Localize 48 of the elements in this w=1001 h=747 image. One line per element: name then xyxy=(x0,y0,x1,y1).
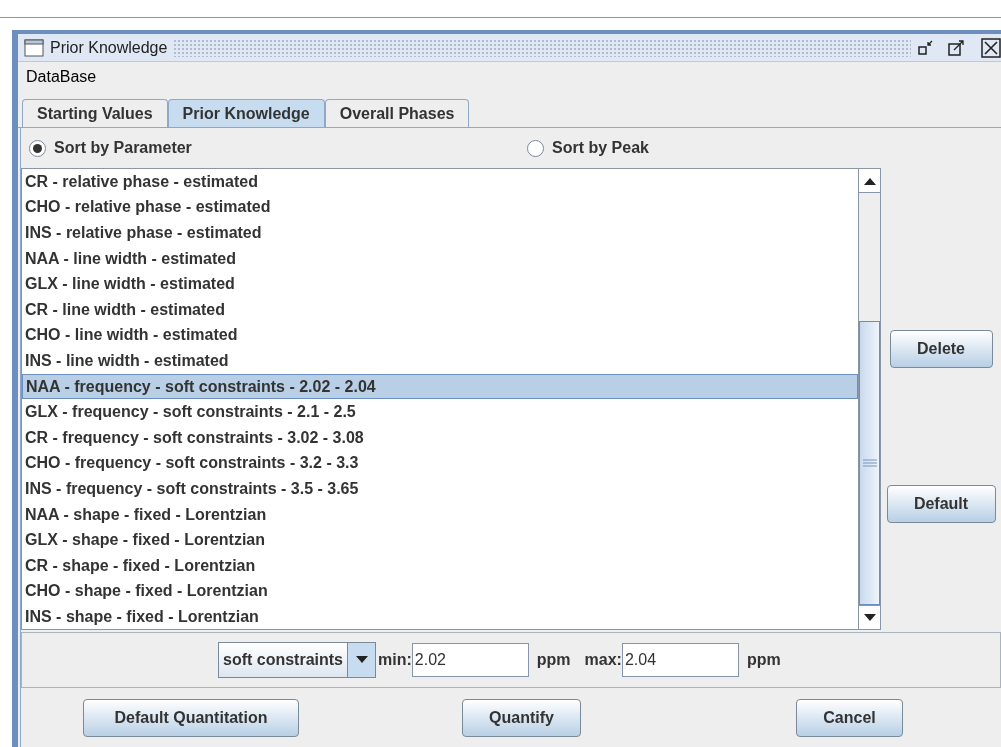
cancel-button[interactable]: Cancel xyxy=(796,698,903,737)
list-item[interactable]: INS - shape - fixed - Lorentzian xyxy=(22,604,858,629)
quantify-button[interactable]: Quantify xyxy=(462,698,581,737)
list-item[interactable]: INS - relative phase - estimated xyxy=(22,220,858,246)
tab[interactable]: Prior Knowledge xyxy=(167,99,325,127)
up-arrow-icon[interactable] xyxy=(863,176,876,185)
radio-label: Sort by Peak xyxy=(552,138,649,158)
min-field[interactable]: 2.02 xyxy=(411,643,529,677)
list-item[interactable]: CHO - line width - estimated xyxy=(22,322,858,349)
list-item[interactable]: CHO - shape - fixed - Lorentzian xyxy=(22,578,858,605)
tab[interactable]: Overall Phases xyxy=(324,99,470,127)
radio-label: Sort by Parameter xyxy=(54,138,192,158)
grip-icon xyxy=(862,459,877,467)
list-item[interactable]: INS - frequency - soft constraints - 3.5 - 3.65 xyxy=(22,476,858,502)
window-icon xyxy=(24,38,44,57)
list-item[interactable]: CR - relative phase - estimated xyxy=(22,169,858,195)
default-quantitation-button[interactable]: Default Quantitation xyxy=(83,698,299,737)
default-button[interactable]: Default xyxy=(886,485,996,523)
minimize-icon[interactable] xyxy=(917,38,935,57)
unit-label: ppm xyxy=(536,650,571,670)
caret-icon xyxy=(355,656,368,664)
list-item[interactable]: NAA - line width - estimated xyxy=(22,245,858,272)
radio-button[interactable] xyxy=(527,139,544,157)
down-arrow-icon[interactable] xyxy=(863,613,876,622)
list-item[interactable]: CR - line width - estimated xyxy=(22,296,858,323)
list-item[interactable]: CHO - relative phase - estimated xyxy=(22,194,858,221)
delete-button[interactable]: Delete xyxy=(889,330,993,368)
list-item[interactable]: CR - shape - fixed - Lorentzian xyxy=(22,552,858,579)
list-item[interactable]: GLX - line width - estimated xyxy=(22,271,858,297)
scrollbar[interactable] xyxy=(858,169,880,629)
list-item[interactable]: INS - line width - estimated xyxy=(22,348,858,374)
tab[interactable]: Starting Values xyxy=(22,99,168,127)
min-label: min: xyxy=(378,650,412,670)
maximize-icon[interactable] xyxy=(947,38,965,57)
max-field[interactable]: 2.04 xyxy=(621,643,739,677)
constraint-dropdown[interactable]: soft constraints xyxy=(218,642,376,678)
close-icon[interactable] xyxy=(981,37,1001,58)
menu-item[interactable]: DataBase xyxy=(24,65,99,89)
list-item[interactable]: CHO - frequency - soft constraints - 3.2 - 3.3 xyxy=(22,450,858,477)
unit-label: ppm xyxy=(746,650,781,670)
radio-button[interactable] xyxy=(29,139,46,157)
list-item[interactable]: NAA - shape - fixed - Lorentzian xyxy=(22,501,858,528)
max-label: max: xyxy=(584,650,622,670)
list-item[interactable]: GLX - shape - fixed - Lorentzian xyxy=(22,527,858,553)
list-item[interactable]: GLX - frequency - soft constraints - 2.1 - 2.5 xyxy=(22,399,858,425)
list-item[interactable]: NAA - frequency - soft constraints - 2.02 - 2.04 xyxy=(22,373,858,400)
list-item[interactable]: CR - frequency - soft constraints - 3.02 - 3.08 xyxy=(22,424,858,451)
window-title: Prior Knowledge xyxy=(50,37,168,58)
